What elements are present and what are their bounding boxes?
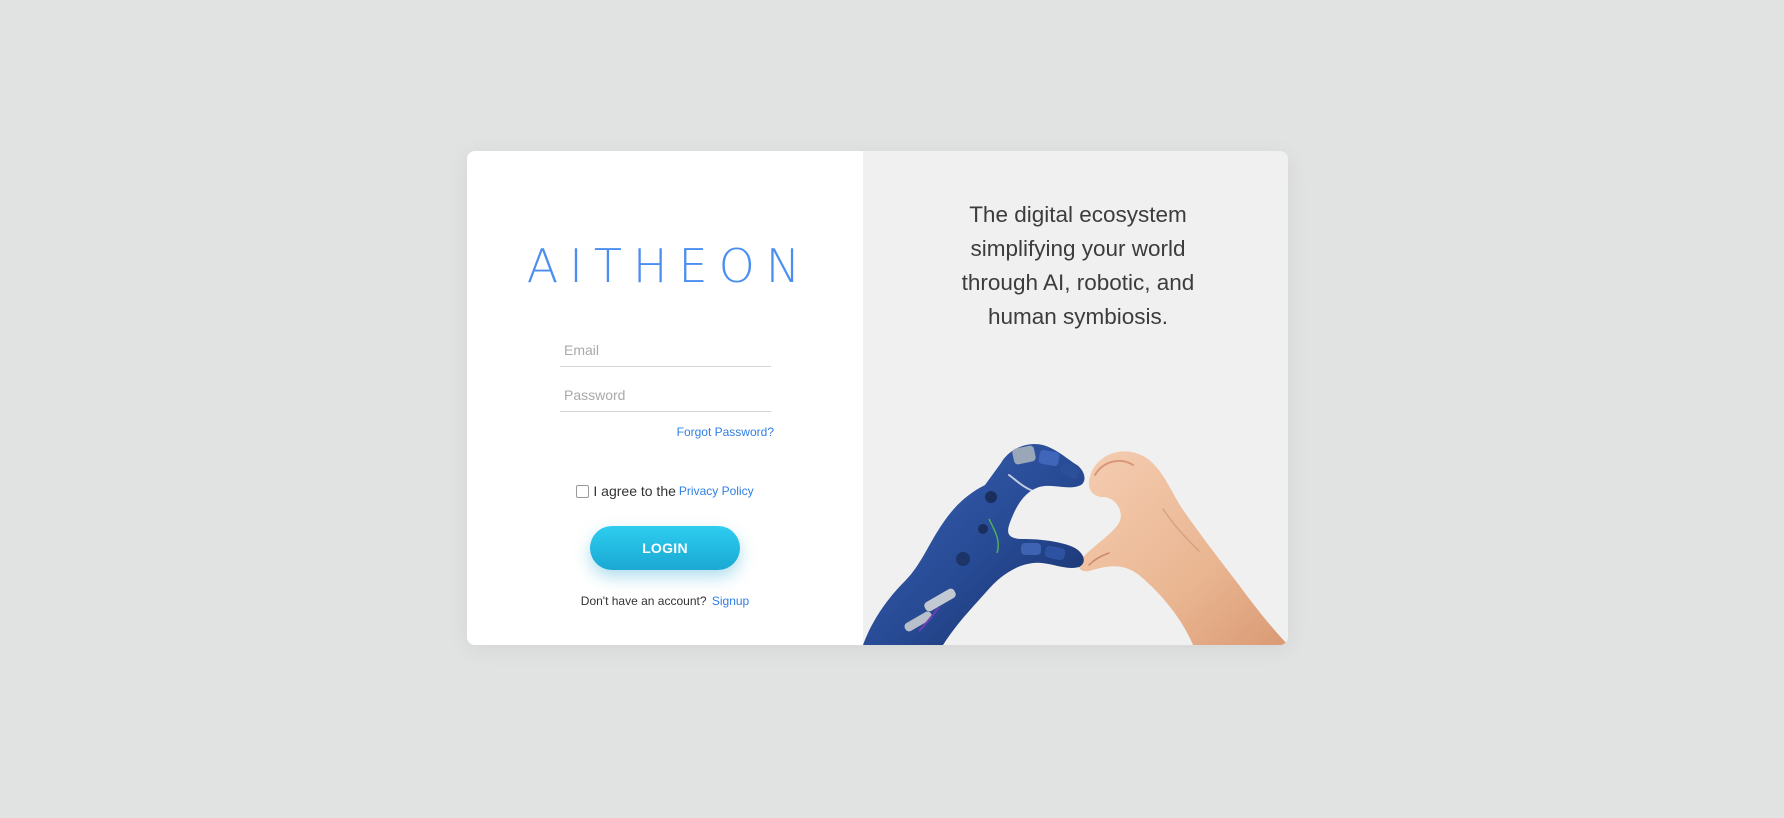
login-panel: AITHEON Forgot Password? I agree to the … [467, 151, 863, 645]
forgot-password-link[interactable]: Forgot Password? [677, 425, 774, 439]
signup-row: Don't have an account? Signup [467, 594, 863, 608]
privacy-agree-row: I agree to the Privacy Policy [467, 483, 863, 499]
login-card: AITHEON Forgot Password? I agree to the … [467, 151, 1288, 645]
email-field[interactable] [560, 333, 771, 367]
agree-checkbox[interactable] [576, 484, 590, 498]
privacy-policy-link[interactable]: Privacy Policy [679, 484, 754, 498]
agree-label: I agree to the [593, 483, 676, 499]
robot-human-heart-hands-image [863, 443, 1288, 645]
robot-hand [863, 443, 1085, 645]
hero-panel: The digital ecosystem simplifying your w… [863, 151, 1288, 645]
tagline-line: human symbiosis. [987, 304, 1169, 329]
login-button[interactable]: LOGIN [590, 526, 740, 570]
signup-link[interactable]: Signup [712, 594, 749, 608]
signup-prompt: Don't have an account? [580, 594, 707, 608]
aitheon-logo: AITHEON [526, 239, 812, 293]
human-hand [1078, 451, 1288, 645]
tagline-line: The digital ecosystem [969, 202, 1187, 227]
hero-tagline: The digital ecosystem simplifying your w… [913, 198, 1243, 334]
password-field[interactable] [560, 378, 771, 412]
tagline-line: through AI, robotic, and [961, 270, 1195, 295]
tagline-line: simplifying your world [970, 236, 1186, 261]
